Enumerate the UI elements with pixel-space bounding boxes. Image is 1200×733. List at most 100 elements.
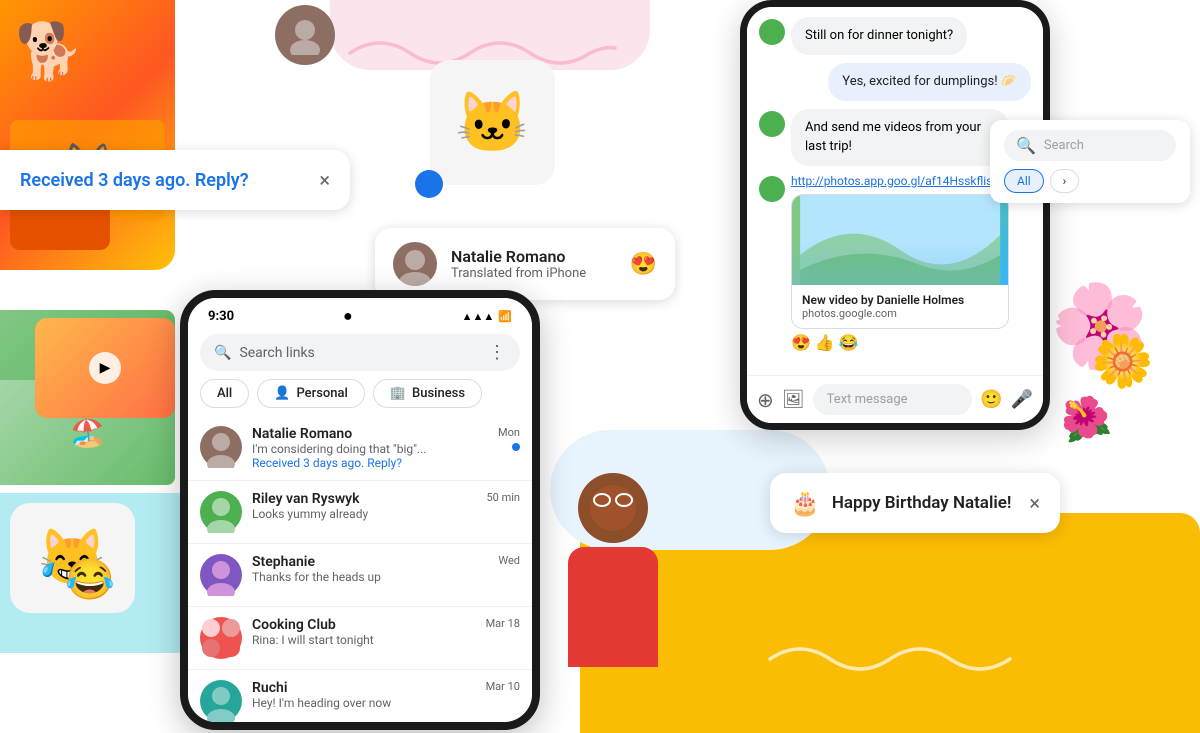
birthday-emoji: 🎂 xyxy=(790,489,820,517)
contact-meta-cooking-club: Mar 18 xyxy=(486,617,520,630)
birthday-text: Happy Birthday Natalie! xyxy=(832,493,1012,513)
contact-avatar-ruchi xyxy=(200,680,242,722)
contact-name-riley: Riley van Ryswyk xyxy=(252,491,477,507)
image-icon[interactable]: 🖼 xyxy=(782,389,805,410)
reaction-laugh[interactable]: 😂 xyxy=(839,333,859,352)
reaction-heart-eyes[interactable]: 😍 xyxy=(791,333,811,352)
chat-input-field[interactable]: Text message xyxy=(813,384,973,415)
search-filter-all[interactable]: All xyxy=(1004,169,1044,193)
link-preview-domain: photos.google.com xyxy=(802,307,998,320)
contact-item-ruchi[interactable]: Ruchi Hey! I'm heading over now Mar 10 xyxy=(188,670,532,722)
filter-tab-personal[interactable]: 👤 Personal xyxy=(257,379,365,408)
contact-item-riley[interactable]: Riley van Ryswyk Looks yummy already 50 … xyxy=(188,481,532,544)
contact-avatar-natalie xyxy=(200,426,242,468)
video-thumbnail[interactable]: ▶ xyxy=(35,318,175,418)
chat-inner: Still on for dinner tonight? Yes, excite… xyxy=(747,7,1043,423)
contact-item-cooking-club[interactable]: Cooking Club Rina: I will start tonight … xyxy=(188,607,532,670)
contact-meta-natalie: Mon xyxy=(498,426,520,451)
reaction-thumbsup[interactable]: 👍 xyxy=(815,333,835,352)
contact-info-natalie: Natalie Romano I'm considering doing tha… xyxy=(252,426,488,470)
natalie-avatar xyxy=(393,242,437,286)
contact-info-stephanie: Stephanie Thanks for the heads up xyxy=(252,554,488,584)
avatar-top xyxy=(275,5,335,65)
flowers-illustration: 🌸 🌼 🌺 xyxy=(1050,280,1190,480)
contact-unread-dot-natalie xyxy=(512,443,520,451)
camera-notch: ● xyxy=(343,306,353,326)
contact-avatar-riley xyxy=(200,491,242,533)
status-time: 9:30 xyxy=(208,309,234,324)
more-options-icon[interactable]: ⋮ xyxy=(488,342,506,363)
contact-time-ruchi: Mar 10 xyxy=(486,680,520,693)
cat-sticker-top: 🐱 xyxy=(430,60,555,185)
chat-bubble-sent-1: Yes, excited for dumplings! 🥟 xyxy=(828,63,1031,101)
link-preview-info: New video by Danielle Holmes photos.goog… xyxy=(792,285,1008,328)
squiggle-bottom-decoration xyxy=(760,629,1020,683)
contact-preview-stephanie: Thanks for the heads up xyxy=(252,570,488,584)
person-illustration xyxy=(548,473,678,673)
contact-preview-riley: Looks yummy already xyxy=(252,507,477,521)
contact-avatar-cooking-club xyxy=(200,617,242,659)
contact-reply-natalie[interactable]: Received 3 days ago. Reply? xyxy=(252,456,488,470)
contact-meta-riley: 50 min xyxy=(487,491,521,504)
emoji-icon[interactable]: 🙂 xyxy=(980,389,1002,410)
status-bar: 9:30 ● ▲▲▲ 📶 xyxy=(188,298,532,330)
signal-icon: ▲▲▲ xyxy=(462,310,495,323)
search-overlay-icon: 🔍 xyxy=(1016,136,1036,155)
birthday-close-button[interactable]: × xyxy=(1029,491,1040,515)
contact-meta-stephanie: Wed xyxy=(498,554,520,567)
contact-info-ruchi: Ruchi Hey! I'm heading over now xyxy=(252,680,476,710)
received-text: Received 3 days ago. Reply? xyxy=(20,170,249,191)
natalie-info: Natalie Romano Translated from iPhone xyxy=(451,247,586,281)
chat-msg-dinner: Still on for dinner tonight? xyxy=(759,17,1031,55)
chat-link-url[interactable]: http://photos.app.goo.gl/af14HsskflisddI xyxy=(791,174,1009,188)
received-notification: Received 3 days ago. Reply? × xyxy=(0,150,350,210)
message-reactions: 😍 👍 😂 xyxy=(791,333,1009,352)
chat-bubble-videos: And send me videos from your last trip! xyxy=(791,109,1009,165)
natalie-subtitle: Translated from iPhone xyxy=(451,266,586,281)
add-icon[interactable]: ⊕ xyxy=(757,388,774,412)
contact-list: Natalie Romano I'm considering doing tha… xyxy=(188,416,532,722)
chat-bubble-dinner: Still on for dinner tonight? xyxy=(791,17,967,55)
chat-avatar-3 xyxy=(759,176,785,202)
search-placeholder: Search links xyxy=(239,345,314,361)
search-filter-more[interactable]: › xyxy=(1050,169,1080,193)
contact-info-riley: Riley van Ryswyk Looks yummy already xyxy=(252,491,477,521)
search-filter-tabs: All › xyxy=(1004,169,1176,193)
search-overlay-placeholder: Search xyxy=(1044,138,1084,153)
contact-item-stephanie[interactable]: Stephanie Thanks for the heads up Wed xyxy=(188,544,532,607)
natalie-name: Natalie Romano xyxy=(451,247,586,266)
phone-inner: 9:30 ● ▲▲▲ 📶 🔍 Search links ⋮ All 👤 Pers… xyxy=(188,298,532,722)
chat-msg-link: http://photos.app.goo.gl/af14HsskflisddI… xyxy=(759,174,1031,352)
birthday-notification: 🎂 Happy Birthday Natalie! × xyxy=(770,473,1060,533)
phone-mockup: 9:30 ● ▲▲▲ 📶 🔍 Search links ⋮ All 👤 Pers… xyxy=(180,290,540,730)
status-icons: ▲▲▲ 📶 xyxy=(462,310,512,323)
filter-tab-all[interactable]: All xyxy=(200,379,249,408)
received-close-button[interactable]: × xyxy=(319,168,330,192)
chat-avatar-1 xyxy=(759,19,785,45)
contact-name-natalie: Natalie Romano xyxy=(252,426,488,442)
mic-icon[interactable]: 🎤 xyxy=(1011,389,1033,410)
contact-meta-ruchi: Mar 10 xyxy=(486,680,520,693)
contact-preview-ruchi: Hey! I'm heading over now xyxy=(252,696,476,710)
contact-info-cooking-club: Cooking Club Rina: I will start tonight xyxy=(252,617,476,647)
play-button[interactable]: ▶ xyxy=(89,352,121,384)
contact-name-stephanie: Stephanie xyxy=(252,554,488,570)
blue-dot-decoration xyxy=(415,170,443,198)
filter-tabs: All 👤 Personal 🏢 Business xyxy=(188,379,532,416)
contact-time-riley: 50 min xyxy=(487,491,521,504)
contact-preview-cooking-club: Rina: I will start tonight xyxy=(252,633,476,647)
phone-search-bar[interactable]: 🔍 Search links ⋮ xyxy=(200,334,520,371)
wifi-icon: 📶 xyxy=(498,310,512,323)
search-icon: 🔍 xyxy=(214,345,231,361)
search-overlay-bar[interactable]: 🔍 Search xyxy=(1004,130,1176,161)
contact-avatar-stephanie xyxy=(200,554,242,596)
chat-link-container: http://photos.app.goo.gl/af14HsskflisddI… xyxy=(791,174,1009,352)
search-overlay: 🔍 Search All › xyxy=(990,120,1190,203)
link-preview-card: New video by Danielle Holmes photos.goog… xyxy=(791,194,1009,329)
chat-avatar-2 xyxy=(759,111,785,137)
contact-item-natalie[interactable]: Natalie Romano I'm considering doing tha… xyxy=(188,416,532,481)
filter-tab-business[interactable]: 🏢 Business xyxy=(373,379,482,408)
contact-time-cooking-club: Mar 18 xyxy=(486,617,520,630)
chat-input-bar: ⊕ 🖼 Text message 🙂 🎤 xyxy=(747,375,1043,423)
contact-time-natalie: Mon xyxy=(498,426,520,439)
